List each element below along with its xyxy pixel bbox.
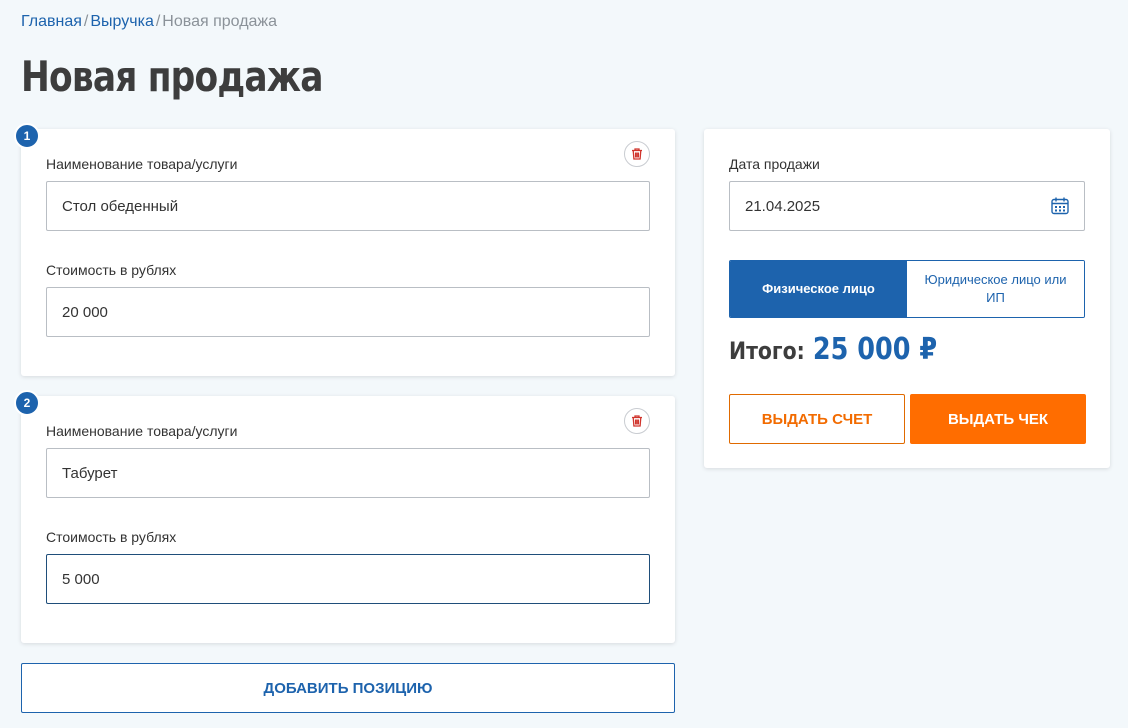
total-value: 25 000 ₽ [812,332,938,367]
page-title: Новая продажа [21,52,323,101]
item-card-2: 2 Наименование товара/услуги Стоимость в… [14,390,675,643]
sale-date-label: Дата продажи [729,156,820,172]
item-price-input[interactable] [46,287,650,337]
delete-item-button[interactable] [624,408,650,434]
breadcrumb-separator: / [155,13,161,30]
issue-receipt-button[interactable]: ВЫДАТЬ ЧЕК [910,394,1086,444]
buyer-type-individual[interactable]: Физическое лицо [730,261,907,317]
sale-summary-card: Дата продажи Физическое лицо Юридическое… [704,129,1110,468]
breadcrumb-home-link[interactable]: Главная [21,13,82,30]
item-price-label: Стоимость в рублях [46,529,177,545]
issue-invoice-button[interactable]: ВЫДАТЬ СЧЕТ [729,394,905,444]
buyer-type-legal-entity[interactable]: Юридическое лицо или ИП [907,261,1084,317]
breadcrumb-current: Новая продажа [162,13,278,30]
calendar-icon[interactable] [1050,196,1070,216]
item-name-input[interactable] [46,181,650,231]
buyer-type-toggle: Физическое лицо Юридическое лицо или ИП [729,260,1085,318]
add-position-button[interactable]: ДОБАВИТЬ ПОЗИЦИЮ [21,663,675,713]
item-name-label: Наименование товара/услуги [46,156,238,172]
item-number-badge: 2 [14,390,40,416]
item-price-label: Стоимость в рублях [46,262,177,278]
breadcrumb: Главная / Выручка / Новая продажа [21,13,277,31]
breadcrumb-revenue-link[interactable]: Выручка [90,13,153,30]
item-card-1: 1 Наименование товара/услуги Стоимость в… [14,123,675,376]
trash-icon [632,148,642,160]
item-price-input[interactable] [46,554,650,604]
item-name-input[interactable] [46,448,650,498]
item-number-badge: 1 [14,123,40,149]
breadcrumb-separator: / [83,13,89,30]
delete-item-button[interactable] [624,141,650,167]
trash-icon [632,415,642,427]
sale-date-input[interactable] [729,181,1085,231]
item-name-label: Наименование товара/услуги [46,423,238,439]
total: Итого: 25 000 ₽ [729,332,937,367]
total-label: Итого: [729,337,805,365]
